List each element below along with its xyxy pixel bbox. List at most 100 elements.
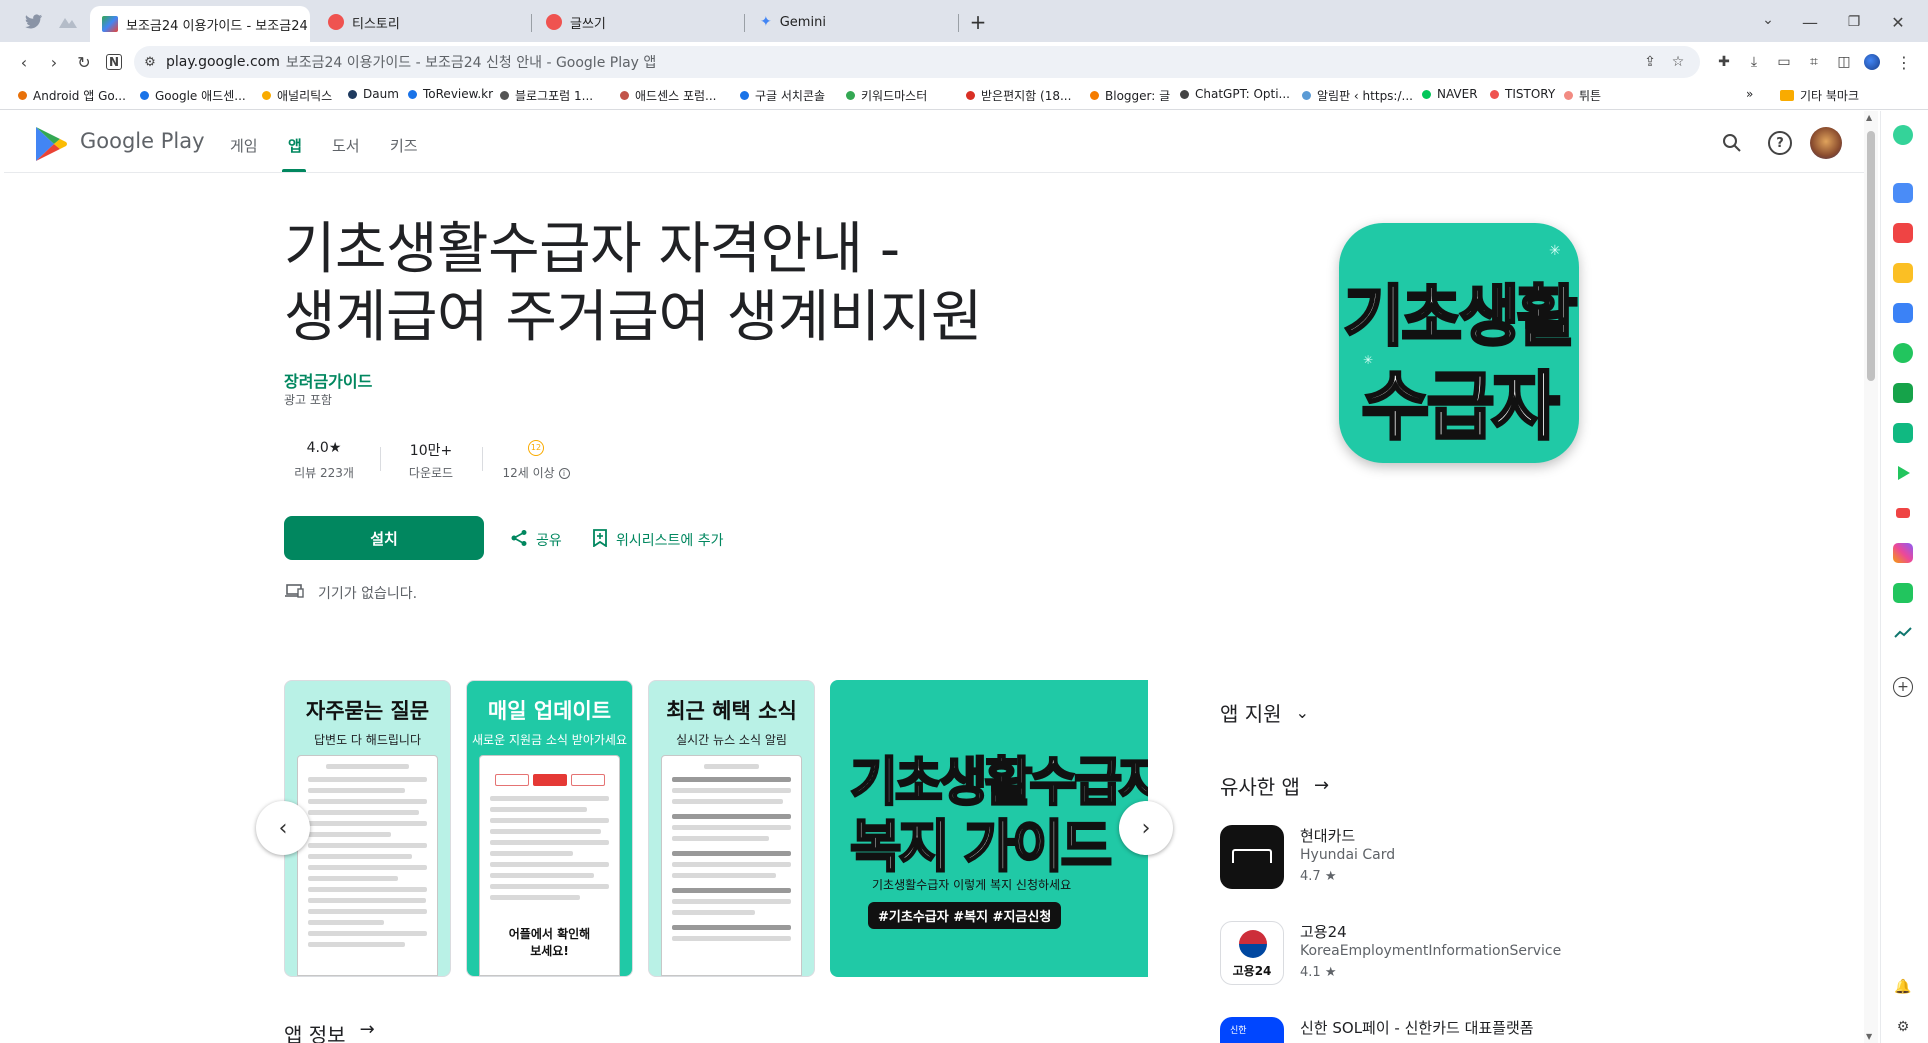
- screenshot-welfare-guide[interactable]: 기초생활수급자 복지 가이드 기초생활수급자 이렇게 복지 신청하세요 #기초수…: [830, 680, 1148, 977]
- app-support-toggle[interactable]: 앱 지원 ⌄: [1220, 698, 1309, 727]
- play-triangle-icon[interactable]: [1893, 463, 1913, 483]
- similar-apps-heading[interactable]: 유사한 앱 →: [1220, 771, 1329, 800]
- settings-icon[interactable]: ⚙: [1893, 1017, 1913, 1037]
- browser-tab-bar: 보조금24 이용가이드 - 보조금24 티스토리 글쓰기 ✦ Gemini + …: [0, 0, 1928, 42]
- bookmark-icon: [140, 91, 149, 100]
- extension-blue-icon[interactable]: [1893, 183, 1913, 203]
- tab-gemini[interactable]: ✦ Gemini: [748, 6, 958, 38]
- age-label: 12세 이상: [502, 466, 555, 480]
- bookmark-item[interactable]: 애드센스 포럼...: [620, 87, 717, 104]
- similar-app-item[interactable]: 고용24 고용24 KoreaEmploymentInformationServ…: [1220, 921, 1620, 991]
- screenshot-daily-update[interactable]: 매일 업데이트 새로운 지원금 소식 받아가세요 어플에서 확인해보세요!: [466, 680, 633, 977]
- screenshot-latest-news[interactable]: 최근 혜택 소식 실시간 뉴스 소식 알림: [648, 680, 815, 977]
- search-icon[interactable]: [1720, 131, 1744, 155]
- bookmark-item[interactable]: Daum: [348, 87, 399, 101]
- bookmark-item[interactable]: NAVER: [1422, 87, 1478, 101]
- help-icon[interactable]: ?: [1768, 131, 1792, 155]
- extensions-icon[interactable]: ✚: [1712, 50, 1736, 74]
- bookmark-item[interactable]: ChatGPT: Opti...: [1180, 87, 1290, 101]
- bookmark-item[interactable]: TISTORY: [1490, 87, 1555, 101]
- device-status: 기기가 없습니다.: [284, 583, 417, 603]
- install-button[interactable]: 설치: [284, 516, 484, 560]
- google-play-logo-text[interactable]: Google Play: [80, 129, 205, 153]
- extension-red-icon[interactable]: [1893, 223, 1913, 243]
- video-icon[interactable]: ▭: [1772, 50, 1796, 74]
- nav-apps[interactable]: 앱: [288, 135, 302, 156]
- reload-icon[interactable]: ↻: [72, 50, 96, 74]
- back-icon[interactable]: ‹: [12, 50, 36, 74]
- tab-tistory[interactable]: 티스토리: [316, 6, 526, 38]
- about-app-heading[interactable]: 앱 정보 →: [284, 1019, 375, 1043]
- google-play-logo-icon[interactable]: [34, 125, 70, 163]
- browser-side-panel: + 🔔 ⚙: [1880, 111, 1928, 1043]
- developer-link[interactable]: 장려금가이드: [284, 368, 372, 392]
- bookmark-item[interactable]: 알림판 ‹ https:/...: [1302, 87, 1413, 104]
- bookmark-item[interactable]: 블로그포럼 1...: [500, 87, 593, 104]
- menu-icon[interactable]: ⋮: [1892, 50, 1916, 74]
- page-scrollbar[interactable]: ▲ ▼: [1864, 111, 1878, 1043]
- play-store-page: Google Play 게임 앱 도서 키즈 ? 기초생활수급자 자격안내 - …: [4, 111, 1864, 1043]
- extension-note-icon[interactable]: [1893, 423, 1913, 443]
- similar-app-item[interactable]: 신한 신한 SOL페이 - 신한카드 대표플랫폼: [1220, 1017, 1620, 1043]
- carousel-prev-button[interactable]: ‹: [256, 801, 310, 855]
- chart-icon[interactable]: [1893, 623, 1913, 643]
- tab-search-icon[interactable]: ⌄: [1756, 8, 1780, 32]
- ads-label: 광고 포함: [284, 393, 332, 407]
- reviews-count: 리뷰 223개: [294, 466, 354, 480]
- restore-button[interactable]: ❐: [1842, 10, 1866, 34]
- bookmark-item[interactable]: 구글 서치콘솔: [740, 87, 825, 104]
- wishlist-button[interactable]: 위시리스트에 추가: [592, 529, 724, 551]
- scrollbar-thumb[interactable]: [1867, 131, 1875, 381]
- bell-icon[interactable]: 🔔: [1893, 977, 1913, 997]
- youtube-icon[interactable]: [1893, 503, 1913, 523]
- mountain-icon[interactable]: [58, 12, 78, 32]
- bookmark-item[interactable]: 애널리틱스: [262, 87, 332, 104]
- nav-games[interactable]: 게임: [230, 135, 258, 156]
- download-icon[interactable]: ⤓: [1742, 50, 1766, 74]
- extension-play-icon[interactable]: [1893, 343, 1913, 363]
- extension-green-icon[interactable]: [1893, 125, 1913, 145]
- screenshot-icon[interactable]: ⌗: [1802, 50, 1826, 74]
- bookmark-item[interactable]: 키워드마스터: [846, 87, 927, 104]
- forward-icon[interactable]: ›: [42, 50, 66, 74]
- extension-yellow-icon[interactable]: [1893, 263, 1913, 283]
- app-title: 기초생활수급자 자격안내 - 생계급여 주거급여 생계비지원: [284, 217, 982, 350]
- similar-app-item[interactable]: 현대카드 Hyundai Card 4.7 ★: [1220, 825, 1620, 895]
- new-tab-button[interactable]: +: [966, 10, 990, 34]
- bookmark-item[interactable]: 튀튼: [1564, 87, 1601, 104]
- extension-android-icon[interactable]: [1893, 583, 1913, 603]
- minimize-button[interactable]: —: [1798, 10, 1822, 34]
- nav-books[interactable]: 도서: [332, 135, 360, 156]
- bookmarks-more-button[interactable]: »: [1746, 87, 1753, 101]
- bookmark-item[interactable]: ToReview.kr: [408, 87, 493, 101]
- extension-n-icon[interactable]: N: [102, 50, 126, 74]
- other-bookmarks-folder[interactable]: 기타 북마크: [1780, 87, 1859, 104]
- site-info-icon[interactable]: ⚙: [134, 55, 166, 70]
- bookmark-item[interactable]: Google 애드센...: [140, 87, 246, 104]
- carousel-next-button[interactable]: ›: [1119, 801, 1173, 855]
- avatar[interactable]: [1810, 127, 1842, 159]
- add-icon[interactable]: +: [1893, 677, 1913, 697]
- info-icon[interactable]: i: [558, 468, 570, 479]
- bookmark-item[interactable]: Android 앱 Go...: [18, 87, 126, 104]
- bookmark-add-icon: [592, 529, 608, 551]
- bookmark-item[interactable]: Blogger: 글: [1090, 87, 1170, 104]
- content-rating-stat[interactable]: 12 12세 이상 i: [496, 440, 576, 481]
- profile-icon[interactable]: [1864, 54, 1880, 70]
- instagram-icon[interactable]: [1893, 543, 1913, 563]
- sidepanel-icon[interactable]: ◫: [1832, 50, 1856, 74]
- bookmark-item[interactable]: 받은편지함 (18...: [966, 87, 1071, 104]
- bookmark-star-icon[interactable]: ☆: [1668, 52, 1688, 72]
- tab-bojogeum24[interactable]: 보조금24 이용가이드 - 보조금24: [90, 6, 310, 42]
- nav-kids[interactable]: 키즈: [390, 135, 418, 156]
- rating-stat[interactable]: 4.0★ 리뷰 223개: [284, 440, 364, 481]
- extension-calendar-icon[interactable]: [1893, 303, 1913, 323]
- extension-chat-icon[interactable]: [1893, 383, 1913, 403]
- address-bar[interactable]: ⚙ play.google.com 보조금24 이용가이드 - 보조금24 신청…: [134, 46, 1700, 78]
- close-button[interactable]: ✕: [1886, 10, 1910, 34]
- share-button[interactable]: 공유: [510, 529, 562, 551]
- tab-write[interactable]: 글쓰기: [534, 6, 744, 38]
- bird-icon[interactable]: [24, 12, 44, 32]
- bookmark-icon: [262, 91, 271, 100]
- share-page-icon[interactable]: ⇪: [1640, 52, 1660, 72]
